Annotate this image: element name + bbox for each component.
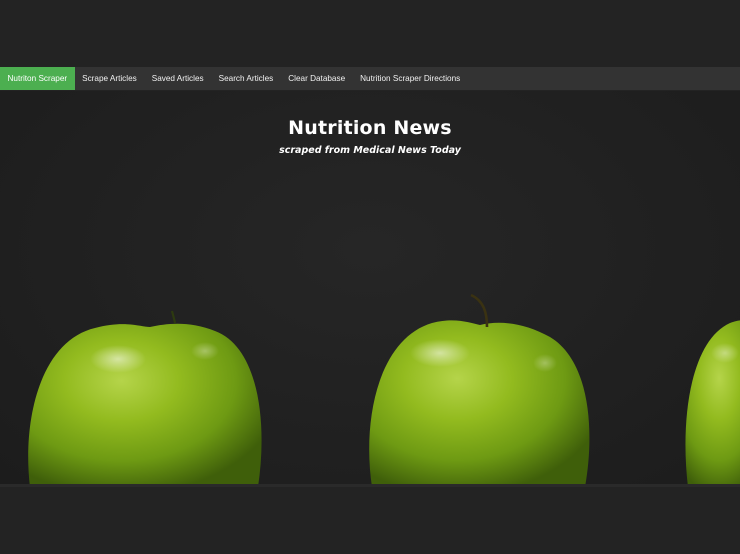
apple-right [685, 320, 740, 487]
page-title: Nutrition News [288, 117, 452, 139]
apple-center [369, 293, 590, 487]
navbar: Nutriton Scraper Scrape Articles Saved A… [0, 67, 740, 90]
nav-saved-articles[interactable]: Saved Articles [144, 67, 211, 90]
apple-left [28, 310, 262, 487]
page: Nutriton Scraper Scrape Articles Saved A… [0, 0, 740, 554]
nav-search-articles[interactable]: Search Articles [211, 67, 281, 90]
nav-scrape-articles[interactable]: Scrape Articles [75, 67, 145, 90]
page-subtitle: scraped from Medical News Today [279, 145, 461, 156]
nav-home[interactable]: Nutriton Scraper [0, 67, 75, 90]
footer-area [0, 487, 740, 554]
nav-clear-database[interactable]: Clear Database [281, 67, 353, 90]
nav-directions[interactable]: Nutrition Scraper Directions [353, 67, 468, 90]
